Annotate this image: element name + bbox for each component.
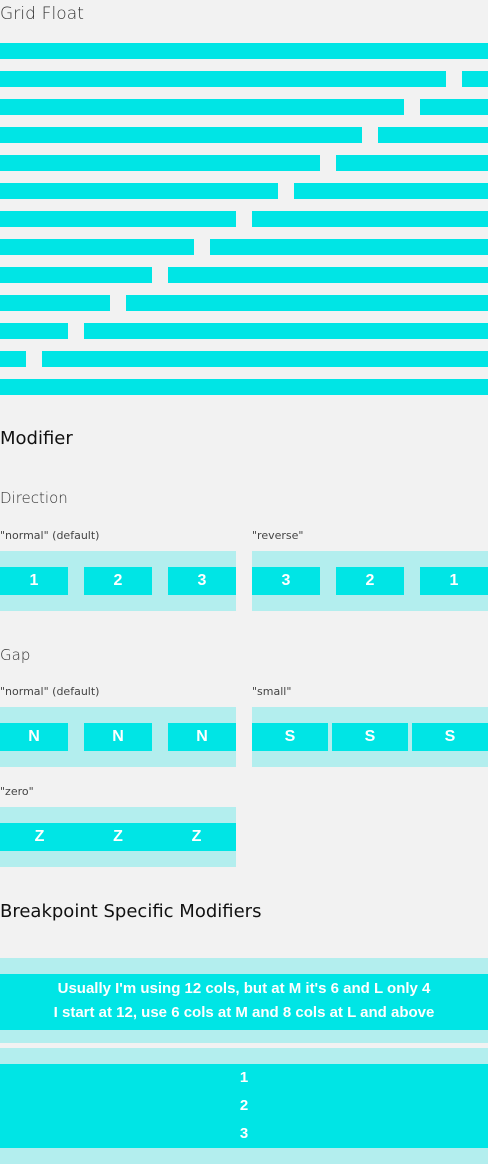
breakpoint-item: 2 <box>239 1097 249 1114</box>
float-bar <box>0 351 26 367</box>
float-bar <box>378 127 488 143</box>
float-bar <box>0 379 488 395</box>
breakpoint-line-1: Usually I'm using 12 cols, but at M it's… <box>57 980 431 997</box>
float-bar <box>0 183 278 199</box>
grid-cell: 1 <box>420 567 488 595</box>
grid-cell: Z <box>157 823 236 851</box>
breakpoint-item: 1 <box>239 1069 249 1086</box>
gap-title: Gap <box>0 646 31 664</box>
float-bar <box>0 43 488 59</box>
grid-cell: S <box>252 723 328 751</box>
float-bar <box>0 267 152 283</box>
float-bar <box>42 351 488 367</box>
grid-cell: S <box>412 723 488 751</box>
gap-normal-label: "normal" (default) <box>0 685 100 698</box>
float-bar <box>0 295 110 311</box>
float-bar <box>420 99 488 115</box>
float-bar <box>0 71 446 87</box>
float-bar <box>294 183 488 199</box>
float-bar <box>336 155 488 171</box>
float-bar <box>0 323 68 339</box>
direction-reverse-label: "reverse" <box>252 529 304 542</box>
modifier-title: Modifier <box>0 428 73 449</box>
float-bar <box>84 323 488 339</box>
breakpoint-cell-2: 1 2 3 <box>0 1064 488 1148</box>
direction-title: Direction <box>0 489 68 507</box>
float-bar <box>0 211 236 227</box>
grid-cell: N <box>0 723 68 751</box>
grid-cell: Z <box>79 823 157 851</box>
breakpoint-item: 3 <box>239 1125 249 1142</box>
float-bar <box>0 99 404 115</box>
grid-float-title: Grid Float <box>0 4 85 24</box>
float-bar <box>168 267 488 283</box>
grid-cell: S <box>332 723 408 751</box>
grid-cell: Z <box>0 823 79 851</box>
gap-zero-label: "zero" <box>0 785 34 798</box>
float-bar <box>462 71 488 87</box>
breakpoint-line-2: I start at 12, use 6 cols at M and 8 col… <box>53 1004 435 1021</box>
float-bar <box>0 239 194 255</box>
direction-normal-label: "normal" (default) <box>0 529 100 542</box>
grid-cell: N <box>84 723 152 751</box>
grid-cell: 1 <box>0 567 68 595</box>
grid-cell: 3 <box>252 567 320 595</box>
breakpoint-cell-1: Usually I'm using 12 cols, but at M it's… <box>0 974 488 1030</box>
grid-cell: 2 <box>84 567 152 595</box>
float-bar <box>0 155 320 171</box>
grid-cell: N <box>168 723 236 751</box>
float-bar <box>252 211 488 227</box>
breakpoint-title: Breakpoint Specific Modifiers <box>0 901 262 922</box>
float-bar <box>0 127 362 143</box>
gap-small-label: "small" <box>252 685 292 698</box>
float-bar <box>210 239 488 255</box>
grid-cell: 3 <box>168 567 236 595</box>
float-bar <box>126 295 488 311</box>
grid-cell: 2 <box>336 567 404 595</box>
